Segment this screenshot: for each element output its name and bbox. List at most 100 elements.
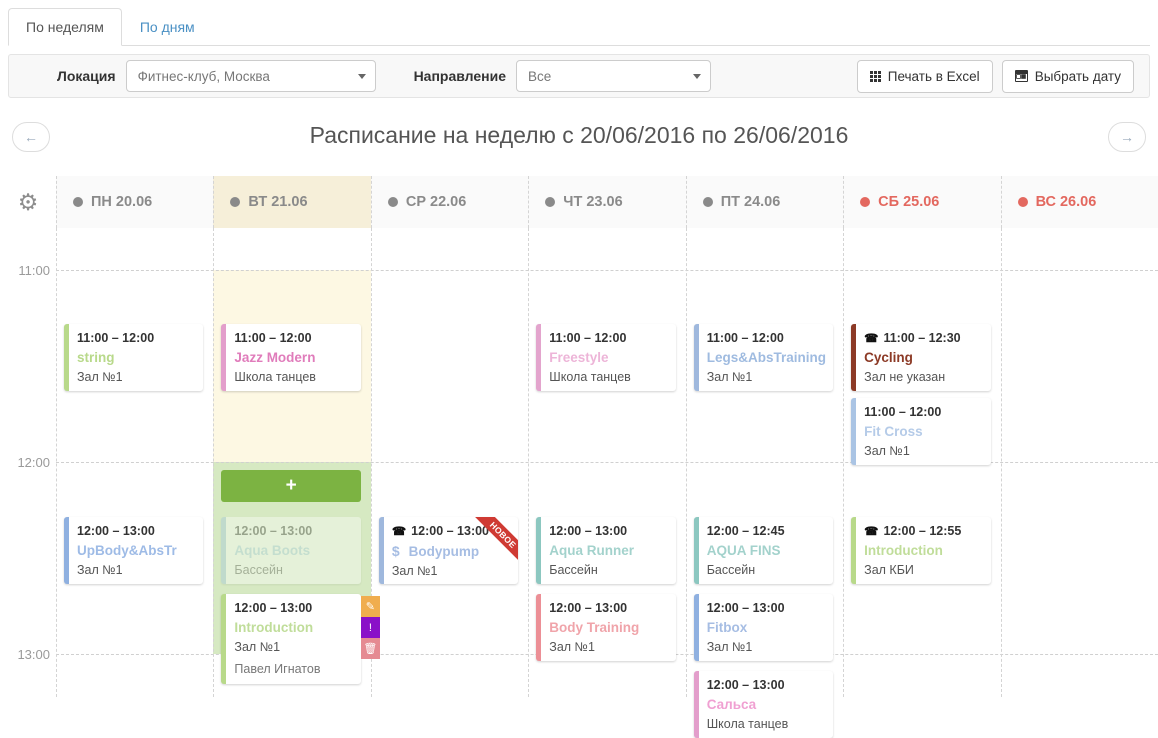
tab-by-days[interactable]: По дням [122, 8, 213, 46]
event-time-row: 12:00 – 13:00 [707, 678, 824, 692]
event-time: 12:00 – 13:00 [549, 524, 627, 538]
event-name: Cycling [864, 350, 913, 365]
event-card[interactable]: 12:00 – 13:00UpBody&AbsTrЗал №1 [64, 517, 203, 584]
event-card[interactable]: ☎12:00 – 13:00$BodypumpЗал №1НОВОЕ [379, 517, 518, 584]
event-time-row: ☎12:00 – 13:00 [392, 524, 509, 538]
day-status-dot [860, 197, 870, 207]
event-name: Legs&AbsTraining [707, 350, 826, 365]
event-name: Jazz Modern [234, 350, 315, 365]
chevron-down-icon [693, 74, 701, 79]
event-room: Зал №1 [234, 640, 351, 654]
event-card[interactable]: 12:00 – 13:00Aqua BootsБассейн [221, 517, 360, 584]
event-time: 12:00 – 13:00 [77, 524, 155, 538]
day-header-label: ЧТ 23.06 [563, 194, 622, 210]
event-card[interactable]: 11:00 – 12:00stringЗал №1 [64, 324, 203, 391]
event-card[interactable]: 12:00 – 13:00 Introduction Зал №1 Павел Игн… [221, 594, 360, 684]
event-card[interactable]: ☎12:00 – 12:55IntroductionЗал КБИ [851, 517, 990, 584]
event-room: Зал №1 [549, 640, 666, 654]
event-card[interactable]: 11:00 – 12:00 Jazz Modern Школа танцев [221, 324, 360, 391]
location-select[interactable]: Фитнес-клуб, Москва [126, 60, 376, 92]
event-card[interactable]: 12:00 – 13:00 Сальса Школа танцев [694, 671, 833, 738]
event-name-row: UpBody&AbsTr [77, 543, 194, 558]
event-card[interactable]: 12:00 – 13:00FitboxЗал №1 [694, 594, 833, 661]
phone-icon: ☎ [864, 331, 878, 345]
choose-date-button[interactable]: Выбрать дату [1002, 60, 1134, 93]
calendar-icon [1015, 70, 1028, 82]
event-room: Школа танцев [707, 717, 824, 731]
print-excel-button[interactable]: Печать в Excel [857, 60, 993, 93]
direction-select[interactable]: Все [516, 60, 711, 92]
event-name: Body Training [549, 620, 639, 635]
location-label: Локация [57, 68, 116, 84]
info-icon[interactable]: ! [361, 617, 380, 638]
event-card[interactable]: 11:00 – 12:00Fit CrossЗал №1 [851, 398, 990, 465]
event-name-row: Introduction [234, 620, 351, 635]
event-room: Бассейн [707, 563, 824, 577]
event-action-buttons: ✎!🗑 [361, 596, 380, 659]
event-time-row: 12:00 – 13:00 [549, 524, 666, 538]
tab-by-weeks[interactable]: По неделям [8, 8, 122, 46]
event-name-row: Сальса [707, 697, 824, 712]
direction-label: Направление [414, 68, 506, 84]
event-name-row: Jazz Modern [234, 350, 351, 365]
add-event-button[interactable]: + [221, 470, 360, 502]
day-header-0[interactable]: ПН 20.06 [56, 176, 213, 228]
event-name-row: Fitbox [707, 620, 824, 635]
event-name: UpBody&AbsTr [77, 543, 177, 558]
event-time: 12:00 – 13:00 [549, 601, 627, 615]
day-header-label: ВС 26.06 [1036, 194, 1097, 210]
view-tabs: По неделям По дням [8, 8, 1150, 46]
day-header-3[interactable]: ЧТ 23.06 [528, 176, 685, 228]
event-time-row: 12:00 – 13:00 [234, 601, 351, 615]
delete-icon[interactable]: 🗑 [361, 638, 380, 659]
event-time: 12:00 – 12:55 [883, 524, 961, 538]
event-card[interactable]: 11:00 – 12:00Legs&AbsTrainingЗал №1 [694, 324, 833, 391]
hour-gridline [56, 462, 1158, 463]
day-header-label: ПН 20.06 [91, 194, 152, 210]
day-header-2[interactable]: СР 22.06 [371, 176, 528, 228]
event-card[interactable]: 12:00 – 13:00 Body Training Зал №1 [536, 594, 675, 661]
day-status-dot [230, 197, 240, 207]
day-header-4[interactable]: ПТ 24.06 [686, 176, 843, 228]
day-status-dot [703, 197, 713, 207]
prev-week-button[interactable]: ← [12, 122, 50, 152]
day-header-label: ПТ 24.06 [721, 194, 781, 210]
column-gridline [686, 228, 687, 697]
time-label-0: 11:00 [0, 264, 50, 277]
edit-icon[interactable]: ✎ [361, 596, 380, 617]
event-name: Fitbox [707, 620, 748, 635]
event-time-row: 11:00 – 12:00 [234, 331, 351, 345]
event-room: Зал №1 [392, 564, 509, 578]
event-trainer: Павел Игнатов [234, 662, 351, 676]
event-name-row: string [77, 350, 194, 365]
day-header-label: СБ 25.06 [878, 194, 939, 210]
day-status-dot [545, 197, 555, 207]
event-time: 12:00 – 13:00 [411, 524, 489, 538]
phone-icon: ☎ [864, 524, 878, 538]
event-time-row: 12:00 – 13:00 [707, 601, 824, 615]
day-header-5[interactable]: СБ 25.06 [843, 176, 1000, 228]
money-icon: $ [392, 543, 400, 559]
event-card[interactable]: 12:00 – 12:45AQUA FINSБассейн [694, 517, 833, 584]
direction-select-value: Все [528, 69, 551, 84]
next-week-button[interactable]: → [1108, 122, 1146, 152]
event-card[interactable]: ☎11:00 – 12:30CyclingЗал не указан [851, 324, 990, 391]
event-time: 11:00 – 12:00 [77, 331, 154, 345]
event-name: string [77, 350, 115, 365]
day-header-1[interactable]: ВТ 21.06 [213, 176, 370, 228]
column-gridline [56, 228, 57, 697]
schedule-header: Расписание на неделю с 20/06/2016 по 26/… [0, 108, 1158, 170]
week-calendar: ⚙ ПН 20.06 ВТ 21.06 СР 22.06 ЧТ 23.06 ПТ 24.… [0, 176, 1158, 697]
event-card[interactable]: 11:00 – 12:00FreestyleШкола танцев [536, 324, 675, 391]
event-card[interactable]: 12:00 – 13:00Aqua RunnerБассейн [536, 517, 675, 584]
day-header-6[interactable]: ВС 26.06 [1001, 176, 1158, 228]
event-name-row: Body Training [549, 620, 666, 635]
day-header-label: ВТ 21.06 [248, 194, 307, 210]
hour-gridline [56, 270, 1158, 271]
event-name: Сальса [707, 697, 756, 712]
event-room: Школа танцев [234, 370, 351, 384]
event-name-row: Aqua Runner [549, 543, 666, 558]
event-name: Aqua Boots [234, 543, 310, 558]
gear-icon[interactable]: ⚙ [18, 191, 39, 214]
event-room: Зал не указан [864, 370, 981, 384]
